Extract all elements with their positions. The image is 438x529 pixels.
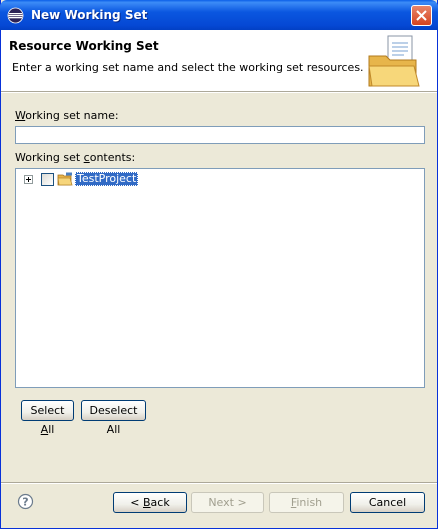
title-bar[interactable]: New Working Set	[0, 0, 438, 30]
page-title: Resource Working Set	[9, 39, 159, 53]
finish-button[interactable]: Finish	[269, 492, 344, 513]
cancel-button[interactable]: Cancel	[350, 492, 425, 513]
project-folder-icon	[57, 172, 73, 186]
close-icon	[416, 10, 427, 21]
tree-item-testproject[interactable]: TestProject	[75, 172, 139, 186]
next-button[interactable]: Next >	[191, 492, 264, 513]
wizard-header: Resource Working Set Enter a working set…	[1, 30, 437, 91]
deselect-all-button[interactable]: Deselect All	[81, 400, 146, 436]
working-set-contents-label: Working set contents:	[15, 151, 136, 164]
expand-toggle[interactable]	[24, 175, 33, 184]
select-all-button[interactable]: Select All	[21, 400, 74, 436]
close-button[interactable]	[411, 5, 432, 26]
working-set-contents-tree[interactable]: TestProject	[15, 168, 425, 388]
page-description: Enter a working set name and select the …	[12, 61, 364, 74]
eclipse-icon	[7, 7, 24, 24]
working-set-name-input[interactable]	[15, 126, 425, 144]
new-working-set-dialog: New Working Set Resource Working Set Ent…	[0, 0, 438, 529]
svg-text:?: ?	[22, 496, 28, 509]
working-set-name-label: Working set name:	[15, 109, 119, 122]
project-checkbox[interactable]	[41, 173, 54, 186]
help-icon[interactable]: ?	[17, 493, 34, 510]
window-title: New Working Set	[31, 8, 148, 22]
working-set-folder-icon	[368, 35, 420, 87]
footer-separator	[1, 482, 437, 484]
back-button[interactable]: < Back	[113, 492, 187, 513]
header-separator	[1, 91, 437, 93]
